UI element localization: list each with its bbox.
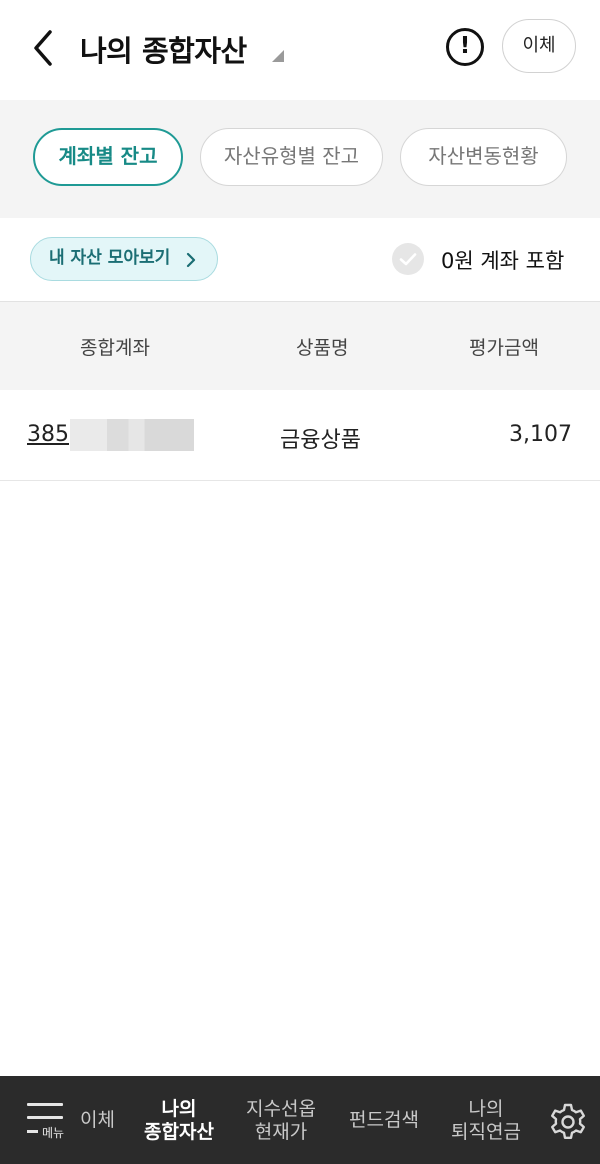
nav-item-transfer[interactable]: 이체 bbox=[80, 1109, 116, 1132]
hamburger-icon-dash bbox=[27, 1130, 38, 1133]
account-number-link[interactable]: 385 bbox=[27, 422, 69, 447]
transfer-button[interactable]: 이체 bbox=[502, 19, 576, 73]
nav-item-label-line1: 지수선옵 bbox=[246, 1098, 316, 1120]
balance-tabs: 계좌별 잔고 자산유형별 잔고 자산변동현황 bbox=[0, 100, 600, 218]
bottom-nav: 메뉴 이체 나의 종합자산 지수선옵 현재가 펀드검색 나의 퇴직연금 bbox=[0, 1076, 600, 1164]
page-title[interactable]: 나의 종합자산 bbox=[80, 28, 247, 70]
chevron-right-icon bbox=[186, 252, 196, 268]
filter-row: 내 자산 모아보기 0원 계좌 포함 bbox=[0, 218, 600, 302]
info-button[interactable]: ! bbox=[446, 28, 484, 66]
menu-label: 메뉴 bbox=[42, 1126, 65, 1140]
tab-asset-change[interactable]: 자산변동현황 bbox=[400, 128, 567, 186]
zero-account-checkbox[interactable] bbox=[392, 243, 424, 275]
settings-button[interactable] bbox=[548, 1102, 588, 1142]
tab-account-balance[interactable]: 계좌별 잔고 bbox=[33, 128, 183, 186]
tab-asset-type-balance[interactable]: 자산유형별 잔고 bbox=[200, 128, 383, 186]
nav-item-retirement-pension[interactable]: 나의 퇴직연금 bbox=[444, 1098, 528, 1144]
table-row[interactable]: 385 금융상품 3,107 bbox=[0, 390, 600, 481]
nav-item-label-line2: 현재가 bbox=[254, 1121, 308, 1143]
nav-item-index-options[interactable]: 지수선옵 현재가 bbox=[240, 1098, 322, 1144]
menu-button[interactable]: 메뉴 bbox=[22, 1098, 70, 1148]
gear-icon bbox=[551, 1103, 585, 1139]
column-header-account: 종합계좌 bbox=[80, 337, 150, 359]
valuation-amount: 3,107 bbox=[509, 422, 572, 447]
my-assets-label: 내 자산 모아보기 bbox=[49, 248, 171, 268]
nav-item-label-line1: 나의 bbox=[161, 1098, 197, 1120]
chevron-left-icon bbox=[34, 30, 52, 66]
back-button[interactable] bbox=[28, 26, 64, 70]
zero-account-label[interactable]: 0원 계좌 포함 bbox=[441, 245, 564, 275]
nav-item-label-line1: 나의 bbox=[468, 1098, 504, 1120]
nav-item-fund-search[interactable]: 펀드검색 bbox=[342, 1109, 426, 1132]
app-header: 나의 종합자산 ! 이체 bbox=[0, 0, 600, 100]
nav-item-my-assets[interactable]: 나의 종합자산 bbox=[138, 1098, 220, 1144]
hamburger-icon-line bbox=[27, 1116, 63, 1119]
product-name: 금융상품 bbox=[280, 428, 361, 453]
column-header-amount: 평가금액 bbox=[469, 337, 539, 359]
my-assets-button[interactable]: 내 자산 모아보기 bbox=[30, 237, 218, 281]
masked-account-digits bbox=[70, 419, 194, 451]
nav-item-label-line2: 종합자산 bbox=[144, 1121, 214, 1143]
table-header: 종합계좌 상품명 평가금액 bbox=[0, 302, 600, 390]
caret-down-icon[interactable] bbox=[272, 50, 284, 62]
column-header-product: 상품명 bbox=[296, 337, 349, 359]
hamburger-icon bbox=[27, 1103, 63, 1106]
check-icon bbox=[399, 253, 417, 266]
nav-item-label: 펀드검색 bbox=[349, 1109, 419, 1131]
nav-item-label: 이체 bbox=[80, 1109, 115, 1131]
nav-item-label-line2: 퇴직연금 bbox=[451, 1121, 521, 1143]
